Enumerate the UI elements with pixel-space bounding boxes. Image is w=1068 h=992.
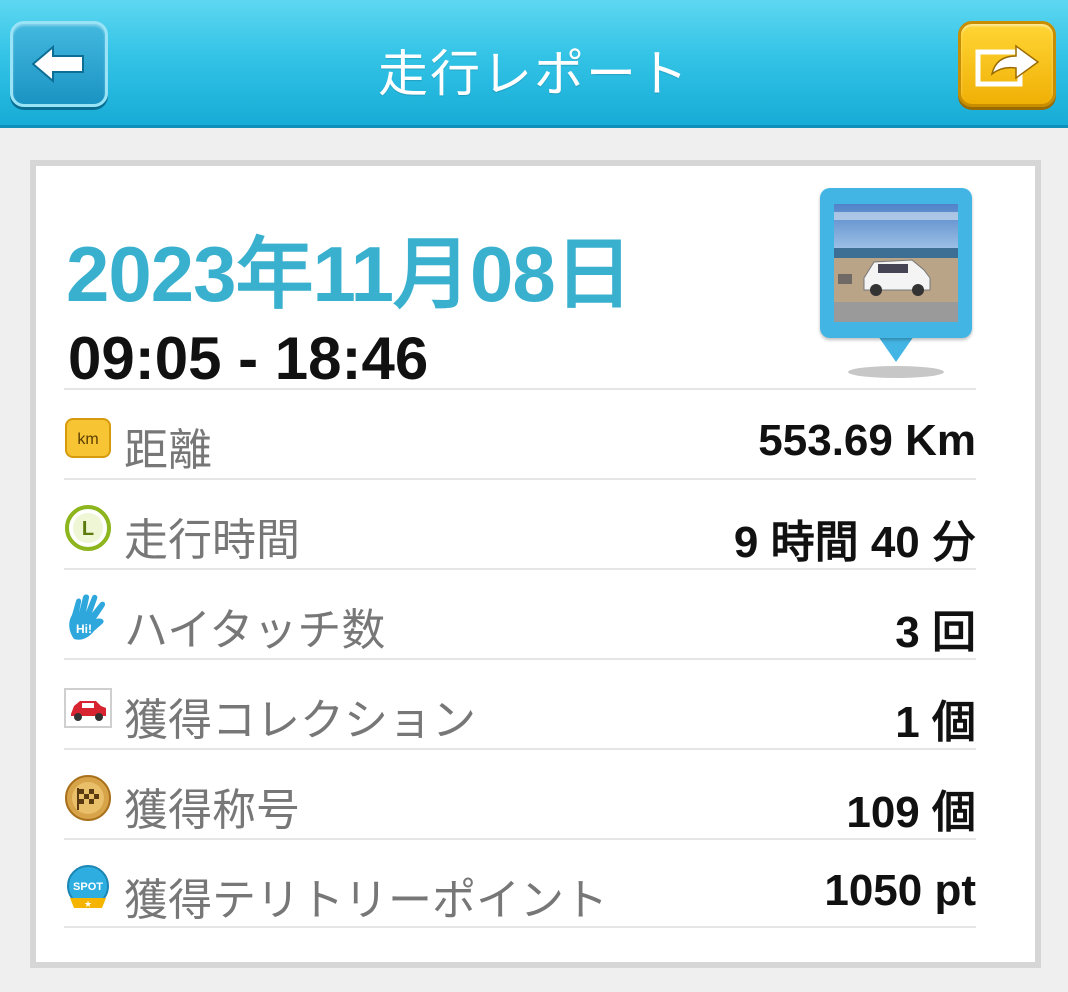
share-button[interactable]	[958, 21, 1056, 107]
stat-label: 獲得テリトリーポイント	[124, 875, 608, 926]
stat-label: 走行時間	[124, 515, 300, 566]
svg-text:L: L	[82, 518, 94, 540]
header-bar: 走行レポート	[0, 0, 1068, 128]
stat-value: 9 時間 40 分	[733, 518, 976, 567]
stat-value: 109 個	[846, 788, 976, 837]
car-photo-thumbnail	[834, 204, 958, 322]
page-title: 走行レポート	[378, 45, 690, 103]
stat-label: 獲得コレクション	[124, 695, 476, 746]
report-time-range: 09:05 - 18:46	[68, 325, 429, 392]
stat-value: 3 回	[895, 608, 976, 657]
stat-label: ハイタッチ数	[124, 605, 386, 656]
stat-label: 距離	[124, 425, 212, 476]
svg-text:Hi!: Hi!	[76, 622, 92, 636]
clock-icon: L	[64, 505, 112, 551]
car-collection-icon	[64, 686, 112, 730]
hi-five-hand-icon: Hi!	[64, 594, 112, 640]
stat-row-high-touch: Hi! ハイタッチ数 3 回	[64, 568, 976, 658]
pin-tail	[878, 336, 914, 362]
pin-shadow	[848, 366, 944, 378]
stat-label: 獲得称号	[124, 785, 300, 836]
report-date: 2023年11月08日	[66, 230, 633, 318]
svg-text:★: ★	[84, 900, 92, 910]
trip-photo	[834, 204, 958, 322]
map-pin-photo-icon[interactable]	[820, 188, 972, 380]
spot-badge-icon: SPOT ★	[64, 865, 112, 910]
svg-text:SPOT: SPOT	[73, 881, 103, 893]
svg-text:km: km	[77, 431, 98, 448]
stat-value: 1 個	[895, 698, 976, 747]
pin-frame	[820, 188, 972, 338]
report-card: 2023年11月08日 09:05 - 18:46 km 距離 553.69 K…	[30, 160, 1041, 968]
stat-row-driving-time: L 走行時間 9 時間 40 分	[64, 478, 976, 568]
checkered-flag-medal-icon	[64, 775, 112, 821]
km-icon: km	[64, 416, 112, 460]
share-icon	[975, 44, 1040, 87]
stat-row-titles: 獲得称号 109 個	[64, 748, 976, 838]
stat-row-territory-points: SPOT ★ 獲得テリトリーポイント 1050 pt	[64, 838, 976, 928]
stat-row-collection: 獲得コレクション 1 個	[64, 658, 976, 748]
stat-value: 553.69 Km	[758, 416, 976, 465]
stat-row-distance: km 距離 553.69 Km	[64, 388, 976, 478]
stats-list: km 距離 553.69 Km L 走行時間 9 時間 40 分 Hi! ハイタ…	[64, 388, 976, 928]
stat-value: 1050 pt	[824, 866, 976, 915]
